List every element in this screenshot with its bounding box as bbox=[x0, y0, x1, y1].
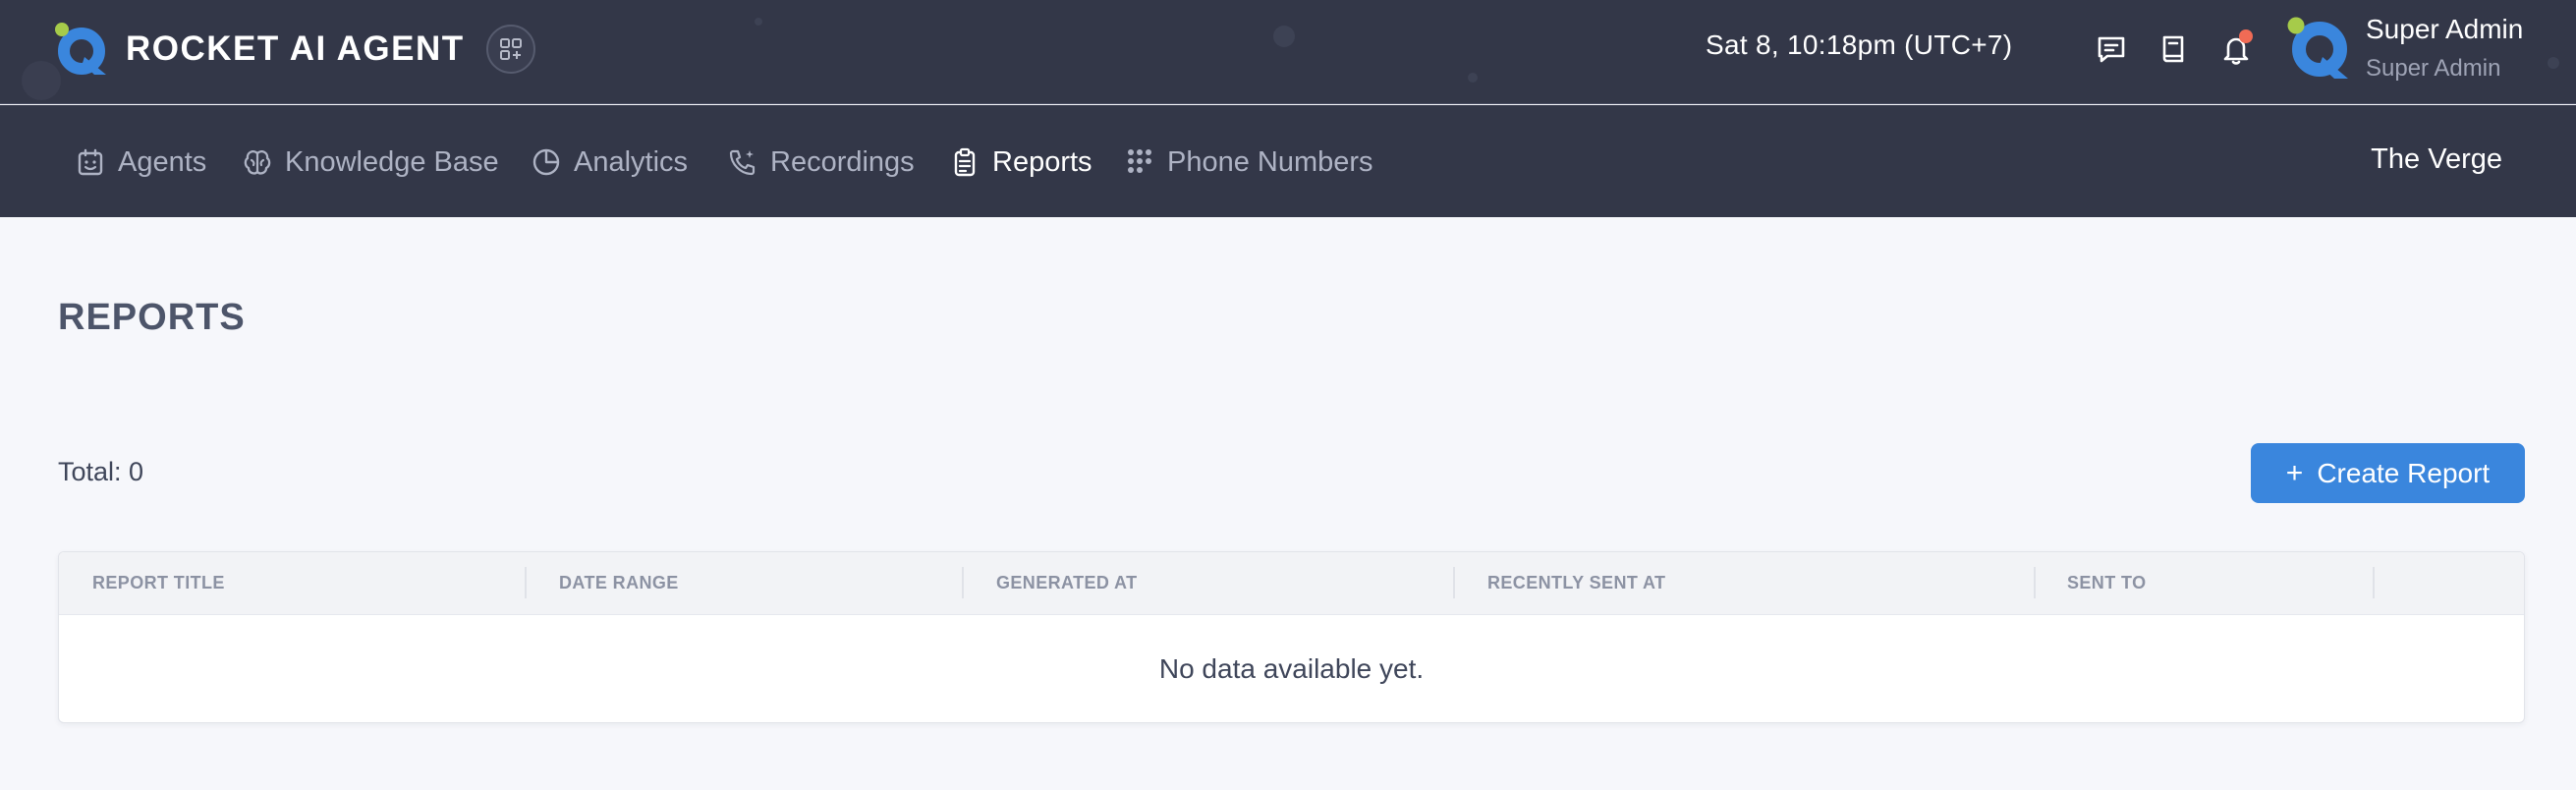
create-report-button[interactable]: + Create Report bbox=[2251, 443, 2525, 503]
column-divider[interactable] bbox=[2034, 567, 2036, 598]
nav-item-knowledge-base[interactable]: Knowledge Base bbox=[242, 142, 499, 182]
dialpad-icon bbox=[1128, 149, 1151, 173]
column-divider[interactable] bbox=[2373, 567, 2375, 598]
nav-label: Recordings bbox=[770, 145, 915, 178]
nav-item-recordings[interactable]: Recordings bbox=[727, 142, 915, 182]
table-header: REPORT TITLE DATE RANGE GENERATED AT REC… bbox=[59, 552, 2524, 615]
organization-switcher[interactable]: The Verge bbox=[2371, 143, 2502, 176]
calendar-face-icon bbox=[78, 148, 103, 176]
column-header-date-range[interactable]: DATE RANGE bbox=[559, 573, 679, 593]
background-decoration bbox=[2548, 57, 2559, 69]
nav-item-agents[interactable]: Agents bbox=[75, 142, 206, 182]
nav-label: Reports bbox=[992, 145, 1092, 178]
datetime-display: Sat 8, 10:18pm (UTC+7) bbox=[1706, 29, 2013, 60]
apps-grid-icon bbox=[499, 38, 522, 60]
column-divider[interactable] bbox=[1453, 567, 1455, 598]
nav-item-analytics[interactable]: Analytics bbox=[531, 142, 688, 182]
notifications-button[interactable] bbox=[2216, 29, 2256, 69]
brand[interactable]: ROCKET AI AGENT bbox=[55, 22, 535, 77]
pie-chart-icon bbox=[532, 148, 560, 176]
column-header-report-title[interactable]: REPORT TITLE bbox=[92, 573, 225, 593]
column-header-sent-to[interactable]: SENT TO bbox=[2067, 573, 2146, 593]
user-name[interactable]: Super Admin bbox=[2366, 14, 2523, 45]
top-header: ROCKET AI AGENT Sat 8, 10:18pm (UTC+7) S… bbox=[0, 0, 2576, 104]
nav-label: Knowledge Base bbox=[285, 145, 499, 178]
column-divider[interactable] bbox=[525, 567, 527, 598]
user-role: Super Admin bbox=[2366, 55, 2501, 82]
notification-badge bbox=[2239, 29, 2253, 43]
nav-label: Analytics bbox=[574, 145, 689, 178]
nav-item-phone-numbers[interactable]: Phone Numbers bbox=[1124, 142, 1373, 182]
clipboard-icon bbox=[954, 147, 976, 177]
column-header-generated-at[interactable]: GENERATED AT bbox=[996, 573, 1137, 593]
rocket-logo-icon bbox=[55, 22, 110, 77]
docs-button[interactable] bbox=[2154, 29, 2193, 69]
apps-grid-button[interactable] bbox=[485, 25, 535, 74]
brain-icon bbox=[244, 150, 271, 175]
background-decoration bbox=[1273, 26, 1295, 47]
phone-sparkle-icon bbox=[729, 149, 756, 176]
reports-table: REPORT TITLE DATE RANGE GENERATED AT REC… bbox=[58, 551, 2525, 723]
nav-label: Agents bbox=[118, 145, 207, 178]
avatar[interactable] bbox=[2287, 16, 2350, 81]
column-divider[interactable] bbox=[962, 567, 964, 598]
main-nav: Agents Knowledge Base Analytics Recordin… bbox=[0, 105, 2576, 217]
column-header-recently-sent-at[interactable]: RECENTLY SENT AT bbox=[1487, 573, 1665, 593]
page-title: REPORTS bbox=[58, 297, 246, 338]
create-report-label: Create Report bbox=[2317, 457, 2491, 488]
chat-button[interactable] bbox=[2092, 29, 2131, 69]
background-decoration bbox=[755, 18, 762, 26]
background-decoration bbox=[1468, 73, 1478, 83]
nav-label: Phone Numbers bbox=[1167, 145, 1373, 178]
empty-state-message: No data available yet. bbox=[1158, 653, 1425, 684]
total-count: Total: 0 bbox=[58, 457, 144, 486]
chat-icon bbox=[2098, 36, 2125, 63]
nav-item-reports[interactable]: Reports bbox=[949, 142, 1092, 182]
brand-name: ROCKET AI AGENT bbox=[126, 29, 465, 68]
plus-icon: + bbox=[2285, 456, 2304, 489]
book-icon bbox=[2162, 35, 2184, 63]
